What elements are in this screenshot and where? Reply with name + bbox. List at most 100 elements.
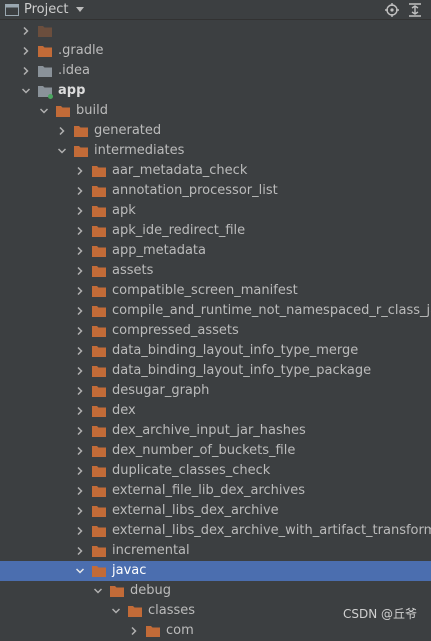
tree-item[interactable]: duplicate_classes_check [0,461,431,481]
chevron-right-icon[interactable] [76,367,84,375]
chevron-right-icon[interactable] [130,627,138,635]
tree-item[interactable]: com [0,621,431,641]
chevron-right-icon[interactable] [76,247,84,255]
folder-icon [92,186,106,197]
tree-item[interactable]: assets [0,261,431,281]
chevron-down-icon[interactable] [112,607,120,615]
project-icon [5,3,19,16]
chevron-right-icon[interactable] [22,27,30,35]
chevron-right-icon[interactable] [76,427,84,435]
tree-item[interactable]: intermediates [0,141,431,161]
chevron-right-icon[interactable] [22,47,30,55]
tree-item[interactable]: data_binding_layout_info_type_package [0,361,431,381]
tree-item[interactable]: javac [0,561,431,581]
locate-icon[interactable] [385,3,399,17]
tree-item-label: external_libs_dex_archive_with_artifact_… [112,523,431,538]
chevron-down-icon[interactable] [22,87,30,95]
folder-icon [92,406,106,417]
tree-item[interactable]: apk_ide_redirect_file [0,221,431,241]
chevron-right-icon[interactable] [76,467,84,475]
folder-icon [92,546,106,557]
tree-item[interactable]: external_file_lib_dex_archives [0,481,431,501]
chevron-right-icon[interactable] [76,167,84,175]
tree-item-label: apk [112,203,136,218]
tree-item[interactable]: annotation_processor_list [0,181,431,201]
tree-item[interactable] [0,21,431,41]
tree-item[interactable]: external_libs_dex_archive [0,501,431,521]
tree-item[interactable]: compatible_screen_manifest [0,281,431,301]
tree-item[interactable]: dex_archive_input_jar_hashes [0,421,431,441]
folder-icon [92,426,106,437]
tree-item[interactable]: .idea [0,61,431,81]
chevron-right-icon[interactable] [76,547,84,555]
folder-icon [92,566,106,577]
chevron-right-icon[interactable] [76,327,84,335]
chevron-right-icon[interactable] [76,407,84,415]
tree-item[interactable]: build [0,101,431,121]
tree-item[interactable]: data_binding_layout_info_type_merge [0,341,431,361]
tree-item[interactable]: compile_and_runtime_not_namespaced_r_cla… [0,301,431,321]
chevron-down-icon[interactable] [75,6,85,14]
tree-item-label: compatible_screen_manifest [112,283,298,298]
tree-item-label: annotation_processor_list [112,183,278,198]
chevron-right-icon[interactable] [76,527,84,535]
chevron-right-icon[interactable] [22,67,30,75]
folder-icon [110,586,124,597]
panel-title[interactable]: Project [24,2,68,17]
chevron-right-icon[interactable] [76,207,84,215]
chevron-right-icon[interactable] [76,287,84,295]
chevron-down-icon[interactable] [94,587,102,595]
chevron-right-icon[interactable] [76,187,84,195]
chevron-right-icon[interactable] [76,387,84,395]
folder-icon [128,606,142,617]
collapse-all-icon[interactable] [408,3,422,17]
chevron-down-icon[interactable] [76,567,84,575]
chevron-right-icon[interactable] [58,127,66,135]
folder-icon [38,26,52,37]
chevron-right-icon[interactable] [76,267,84,275]
tree-item-label: desugar_graph [112,383,210,398]
folder-icon [92,386,106,397]
chevron-down-icon[interactable] [40,107,48,115]
tree-item-label: data_binding_layout_info_type_merge [112,343,359,358]
project-tree: .gradle .idea app build generated intermediat… [0,21,431,641]
tree-item-label: compressed_assets [112,323,239,338]
tree-item[interactable]: app_metadata [0,241,431,261]
chevron-right-icon[interactable] [76,507,84,515]
chevron-right-icon[interactable] [76,487,84,495]
tree-item[interactable]: apk [0,201,431,221]
tree-item-label: generated [94,123,162,138]
tree-item[interactable]: .gradle [0,41,431,61]
tree-item[interactable]: generated [0,121,431,141]
tree-item-label: incremental [112,543,190,558]
tree-item-label: .idea [58,63,90,78]
tree-item-label: dex_number_of_buckets_file [112,443,296,458]
tree-item-label: aar_metadata_check [112,163,248,178]
tree-item[interactable]: compressed_assets [0,321,431,341]
folder-icon [38,66,52,77]
tree-item-label: classes [148,603,196,618]
tree-item[interactable]: external_libs_dex_archive_with_artifact_… [0,521,431,541]
tree-item-label: duplicate_classes_check [112,463,271,478]
tree-item-label: dex_archive_input_jar_hashes [112,423,306,438]
tree-item[interactable]: aar_metadata_check [0,161,431,181]
tree-item[interactable]: debug [0,581,431,601]
tree-item[interactable]: dex [0,401,431,421]
tree-item[interactable]: dex_number_of_buckets_file [0,441,431,461]
tree-item-label: apk_ide_redirect_file [112,223,246,238]
tree-item-label: .gradle [58,43,104,58]
tree-item[interactable]: app [0,81,431,101]
tree-item-label: com [166,623,194,638]
chevron-down-icon[interactable] [58,147,66,155]
folder-icon [74,146,88,157]
chevron-right-icon[interactable] [76,227,84,235]
tree-item-label: debug [130,583,171,598]
chevron-right-icon[interactable] [76,307,84,315]
folder-icon [92,486,106,497]
chevron-right-icon[interactable] [76,347,84,355]
chevron-right-icon[interactable] [76,447,84,455]
tree-item-label: app_metadata [112,243,206,258]
folder-icon [92,206,106,217]
tree-item[interactable]: desugar_graph [0,381,431,401]
tree-item[interactable]: incremental [0,541,431,561]
